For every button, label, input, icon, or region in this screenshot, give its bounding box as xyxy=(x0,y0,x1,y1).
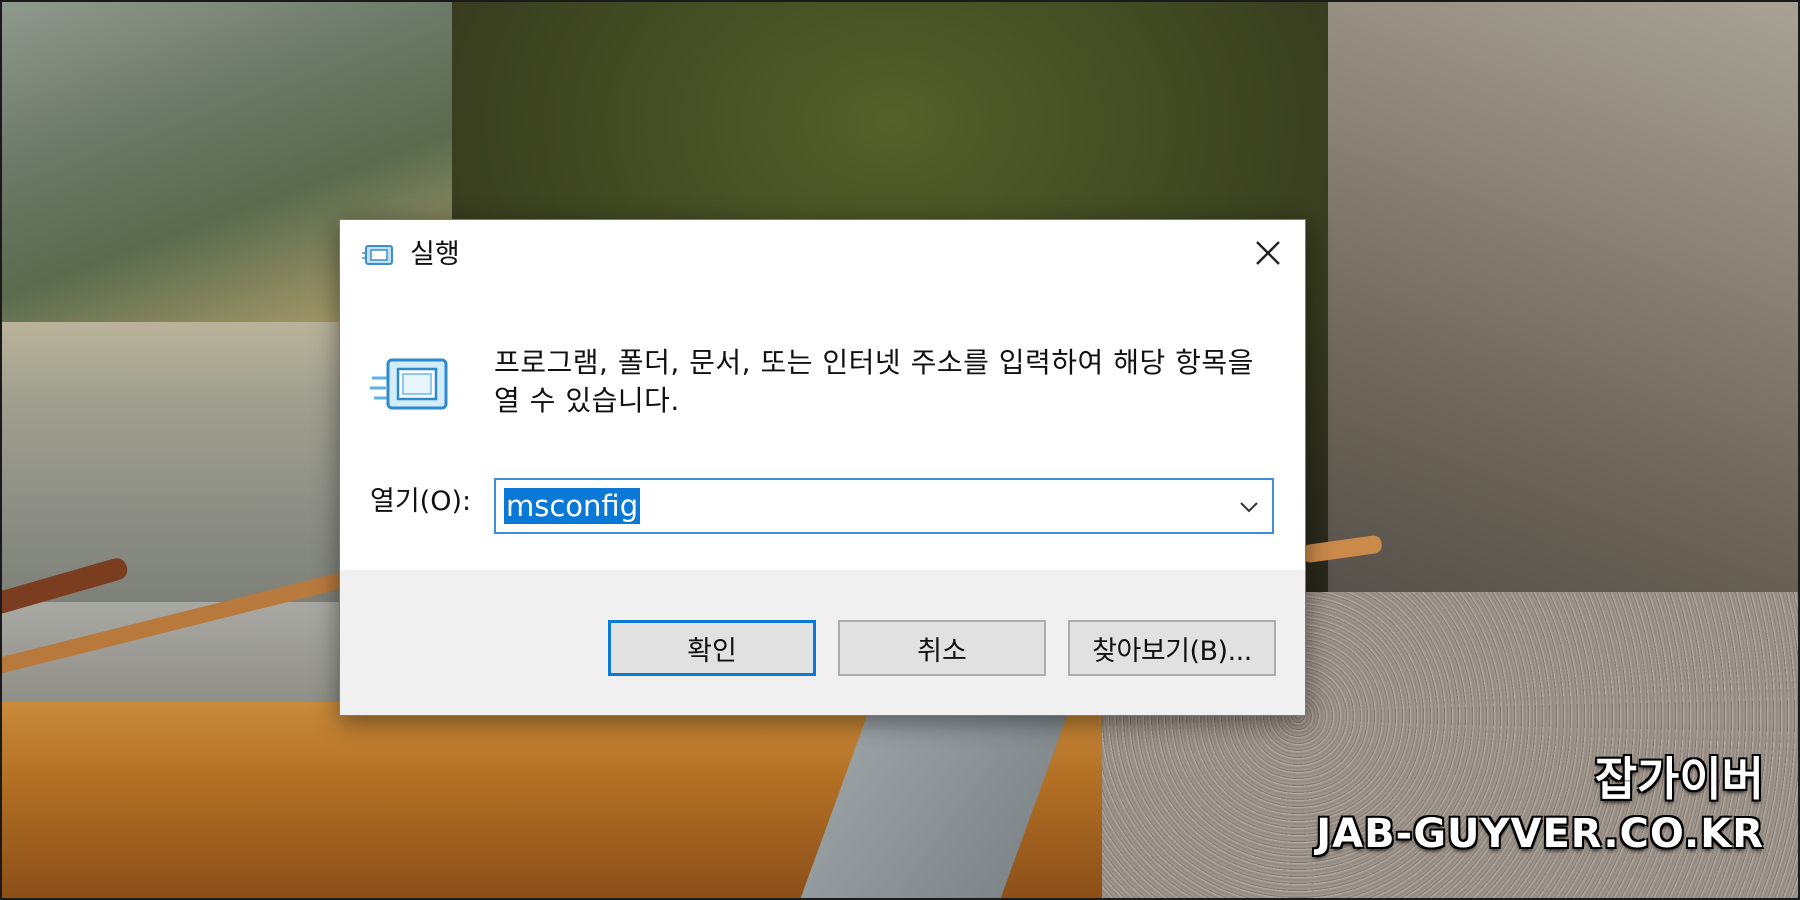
ok-button[interactable]: 확인 xyxy=(608,620,816,676)
close-icon xyxy=(1256,241,1280,265)
close-button[interactable] xyxy=(1231,220,1305,286)
dialog-body: 프로그램, 폴더, 문서, 또는 인터넷 주소를 입력하여 해당 항목을 열 수… xyxy=(340,294,1305,564)
run-app-icon xyxy=(362,243,394,267)
chevron-down-icon[interactable] xyxy=(1236,494,1262,520)
watermark-korean: 잡가이버 xyxy=(1594,752,1764,806)
run-dialog: 실행 프로그램, 폴더, 문서, 또는 인터넷 주소를 입력하여 해당 항목을 … xyxy=(339,219,1306,716)
dialog-titlebar[interactable]: 실행 xyxy=(340,220,1305,294)
browse-button[interactable]: 찾아보기(B)... xyxy=(1068,620,1276,676)
watermark: 잡가이버 JAB-GUYVER.CO.KR xyxy=(1316,750,1764,860)
cancel-button[interactable]: 취소 xyxy=(838,620,1046,676)
open-combobox[interactable]: msconfig xyxy=(494,478,1274,534)
dialog-footer: 확인 취소 찾아보기(B)... xyxy=(340,570,1305,715)
open-input-value[interactable]: msconfig xyxy=(504,488,641,524)
screenshot-frame: 실행 프로그램, 폴더, 문서, 또는 인터넷 주소를 입력하여 해당 항목을 … xyxy=(0,0,1800,900)
open-label: 열기(O): xyxy=(370,486,472,517)
run-program-icon xyxy=(370,356,450,414)
dialog-description: 프로그램, 폴더, 문서, 또는 인터넷 주소를 입력하여 해당 항목을 열 수… xyxy=(494,346,1254,417)
wallpaper-rocks xyxy=(1328,2,1798,602)
watermark-domain: JAB-GUYVER.CO.KR xyxy=(1316,811,1764,857)
dialog-title: 실행 xyxy=(410,239,460,270)
